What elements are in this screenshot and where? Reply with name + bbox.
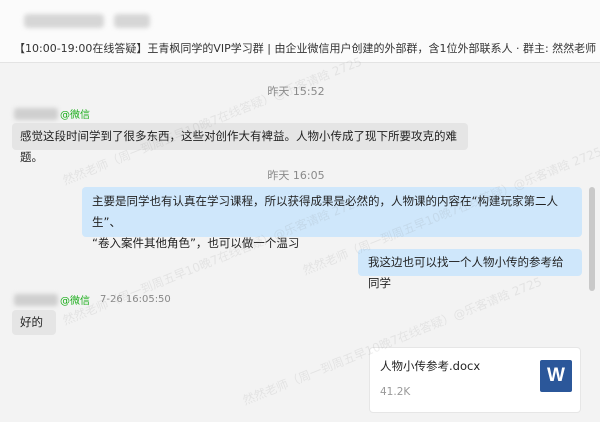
message-text: 好的 <box>20 315 43 329</box>
sender-row: @微信 7-26 16:05:50 <box>14 289 171 307</box>
sender-row: @微信 <box>14 103 90 121</box>
blurred-group-title <box>24 14 104 28</box>
file-size: 41.2K <box>380 386 411 398</box>
message-text-line: 主要是同学也有认真在学习课程，所以获得成果是必然的，人物课的内容在“构建玩家第二… <box>92 194 558 229</box>
scrollbar-thumb[interactable] <box>589 187 595 291</box>
group-description: 【10:00-19:00在线答疑】王青枫同学的VIP学习群 | 由企业微信用户创… <box>14 42 600 55</box>
message-time: 7-26 16:05:50 <box>100 294 171 305</box>
timestamp: 昨天 16:05 <box>267 169 325 182</box>
message-bubble-incoming[interactable]: 好的 <box>12 310 56 335</box>
wechat-source-label: @微信 <box>60 110 90 121</box>
message-bubble-incoming[interactable]: 感觉这段时间学到了很多东西，这些对创作大有裨益。人物小传成了现下所要攻克的难题。 <box>12 123 468 164</box>
blurred-sender-name <box>14 107 58 120</box>
file-name: 人物小传参考.docx <box>380 359 481 373</box>
blurred-group-title-suffix <box>114 14 150 28</box>
timestamp: 昨天 15:52 <box>267 85 325 98</box>
message-bubble-outgoing[interactable]: 我这边也可以找一个人物小传的参考给同学 <box>358 249 582 290</box>
blurred-sender-name <box>14 293 58 306</box>
message-bubble-outgoing[interactable]: 主要是同学也有认真在学习课程，所以获得成果是必然的，人物课的内容在“构建玩家第二… <box>82 187 582 250</box>
word-file-icon: W <box>540 360 572 392</box>
chat-area[interactable]: 昨天 15:52 @微信 感觉这段时间学到了很多东西，这些对创作大有裨益。人物小… <box>0 55 600 422</box>
file-attachment-card[interactable]: 人物小传参考.docx 41.2K W <box>369 347 581 413</box>
wechat-source-label: @微信 <box>60 296 90 307</box>
message-text: 感觉这段时间学到了很多东西，这些对创作大有裨益。人物小传成了现下所要攻克的难题。 <box>20 129 457 164</box>
chat-header: 【10:00-19:00在线答疑】王青枫同学的VIP学习群 | 由企业微信用户创… <box>0 0 600 63</box>
message-text: 我这边也可以找一个人物小传的参考给同学 <box>368 255 564 290</box>
